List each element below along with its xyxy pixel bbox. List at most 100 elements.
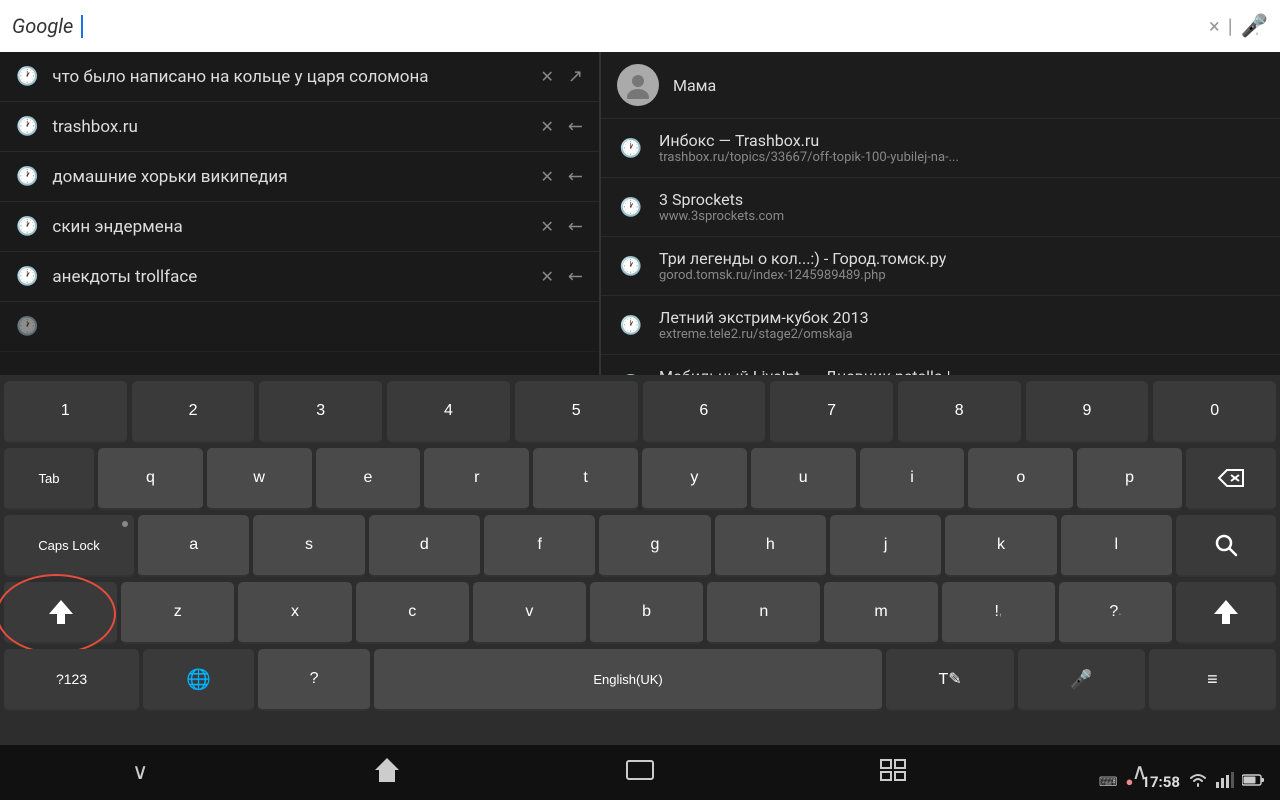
key-voice[interactable]: 🎤 xyxy=(1018,649,1145,711)
key-3[interactable]: 3 xyxy=(259,381,382,443)
arrow-icon-2[interactable]: ↗ xyxy=(563,114,589,140)
more-menu-button[interactable]: ⋮ xyxy=(1246,14,1268,39)
key-language[interactable]: 🌐 xyxy=(143,649,254,711)
key-2[interactable]: 2 xyxy=(132,381,255,443)
nav-home-button[interactable] xyxy=(357,748,417,798)
suggestion-text-5: анекдоты trollface xyxy=(52,267,526,287)
key-5[interactable]: 5 xyxy=(515,381,638,443)
suggestion-text-2: trashbox.ru xyxy=(52,117,526,137)
history-info-3: Три легенды о кол...:) - Город.томск.ру … xyxy=(659,249,1264,283)
history-icon-1: 🕐 xyxy=(16,66,38,87)
recent-history-item-3[interactable]: 🕐 Три легенды о кол...:) - Город.томск.р… xyxy=(601,237,1280,296)
history-clock-icon-3: 🕐 xyxy=(617,252,645,280)
content-area: 🕐 что было написано на кольце у царя сол… xyxy=(0,52,1280,375)
key-v[interactable]: v xyxy=(473,582,586,644)
search-clear-button[interactable]: × xyxy=(1209,14,1220,38)
key-6[interactable]: 6 xyxy=(643,381,766,443)
recent-history-item-4[interactable]: 🕐 Летний экстрим-кубок 2013 extreme.tele… xyxy=(601,296,1280,355)
suggestion-item[interactable]: 🕐 анекдоты trollface ✕ ↗ xyxy=(0,252,599,302)
suggestion-item[interactable]: 🕐 скин эндермена ✕ ↗ xyxy=(0,202,599,252)
key-8[interactable]: 8 xyxy=(898,381,1021,443)
recent-history-item-2[interactable]: 🕐 3 Sprockets www.3sprockets.com xyxy=(601,178,1280,237)
key-f[interactable]: f xyxy=(484,515,595,577)
nav-screenshot-button[interactable] xyxy=(863,748,923,798)
key-numbers-toggle[interactable]: ?123 xyxy=(4,649,139,711)
arrow-icon-3[interactable]: ↗ xyxy=(563,164,589,190)
key-r[interactable]: r xyxy=(424,448,529,510)
key-u[interactable]: u xyxy=(751,448,856,510)
battery-level-icon xyxy=(1242,773,1264,787)
key-question-mark[interactable]: ? xyxy=(258,649,369,711)
key-l[interactable]: l xyxy=(1061,515,1172,577)
key-backspace[interactable] xyxy=(1186,448,1276,510)
recent-contact-item[interactable]: Мама xyxy=(601,52,1280,119)
key-question[interactable]: ?. xyxy=(1059,582,1172,644)
key-k[interactable]: k xyxy=(945,515,1056,577)
arrow-icon-5[interactable]: ↗ xyxy=(563,264,589,290)
remove-suggestion-5[interactable]: ✕ xyxy=(541,267,554,286)
warning-icon: ● xyxy=(1125,774,1133,790)
arrow-icon-4[interactable]: ↗ xyxy=(563,214,589,240)
suggestion-item[interactable]: 🕐 trashbox.ru ✕ ↗ xyxy=(0,102,599,152)
remove-suggestion-2[interactable]: ✕ xyxy=(541,117,554,136)
suggestion-item[interactable]: 🕐 домашние хорьки википедия ✕ ↗ xyxy=(0,152,599,202)
contact-info: Мама xyxy=(673,76,1264,95)
key-p[interactable]: p xyxy=(1077,448,1182,510)
key-caps-lock[interactable]: Caps Lock xyxy=(4,515,134,577)
history-url-4: extreme.tele2.ru/stage2/omskaja xyxy=(659,327,1264,342)
key-tab[interactable]: Tab xyxy=(4,448,94,510)
key-handwriting[interactable]: T✎ xyxy=(886,649,1013,711)
key-shift-right[interactable] xyxy=(1176,582,1276,644)
shift-right-icon xyxy=(1212,598,1240,626)
history-clock-icon-4: 🕐 xyxy=(617,311,645,339)
key-x[interactable]: x xyxy=(238,582,351,644)
key-b[interactable]: b xyxy=(590,582,703,644)
google-logo: Google xyxy=(12,14,73,38)
key-e[interactable]: e xyxy=(316,448,421,510)
remove-suggestion-3[interactable]: ✕ xyxy=(541,167,554,186)
key-search[interactable] xyxy=(1176,515,1276,577)
key-s[interactable]: s xyxy=(253,515,364,577)
key-0[interactable]: 0 xyxy=(1153,381,1276,443)
remove-suggestion-4[interactable]: ✕ xyxy=(541,217,554,236)
key-z[interactable]: z xyxy=(121,582,234,644)
shift-up-icon xyxy=(47,598,75,626)
arrow-icon-1[interactable]: ↗ xyxy=(568,66,583,87)
key-a[interactable]: a xyxy=(138,515,249,577)
key-shift-left[interactable] xyxy=(4,582,117,644)
backspace-icon xyxy=(1217,468,1245,488)
key-clipboard[interactable]: ≡ xyxy=(1149,649,1276,711)
history-clock-icon-2: 🕐 xyxy=(617,193,645,221)
search-input[interactable] xyxy=(81,15,1201,38)
key-h[interactable]: h xyxy=(715,515,826,577)
key-1[interactable]: 1 xyxy=(4,381,127,443)
key-o[interactable]: o xyxy=(968,448,1073,510)
key-c[interactable]: c xyxy=(356,582,469,644)
suggestion-item[interactable]: 🕐 что было написано на кольце у царя сол… xyxy=(0,52,599,102)
key-4[interactable]: 4 xyxy=(387,381,510,443)
suggestion-item-partial[interactable]: 🕐 xyxy=(0,302,599,352)
history-icon-2: 🕐 xyxy=(16,116,38,137)
key-n[interactable]: n xyxy=(707,582,820,644)
key-y[interactable]: y xyxy=(642,448,747,510)
nav-back-button[interactable]: ∨ xyxy=(116,752,164,793)
history-icon-4: 🕐 xyxy=(16,216,38,237)
key-d[interactable]: d xyxy=(369,515,480,577)
key-g[interactable]: g xyxy=(599,515,710,577)
key-i[interactable]: i xyxy=(860,448,965,510)
suggestion-text-3: домашние хорьки википедия xyxy=(52,167,526,187)
key-j[interactable]: j xyxy=(830,515,941,577)
key-9[interactable]: 9 xyxy=(1026,381,1149,443)
home-icon xyxy=(373,756,401,784)
recent-history-item-5[interactable]: 🕐 Мобильный LiveInt... - Дневник netalla… xyxy=(601,355,1280,375)
key-exclamation[interactable]: !, xyxy=(942,582,1055,644)
key-7[interactable]: 7 xyxy=(770,381,893,443)
recent-history-item-1[interactable]: 🕐 Инбокс — Trashbox.ru trashbox.ru/topic… xyxy=(601,119,1280,178)
key-w[interactable]: w xyxy=(207,448,312,510)
key-q[interactable]: q xyxy=(98,448,203,510)
key-t[interactable]: t xyxy=(533,448,638,510)
key-space[interactable]: English(UK) xyxy=(374,649,883,711)
nav-recent-button[interactable] xyxy=(609,751,671,795)
remove-suggestion-1[interactable]: ✕ xyxy=(541,67,554,86)
key-m[interactable]: m xyxy=(824,582,937,644)
